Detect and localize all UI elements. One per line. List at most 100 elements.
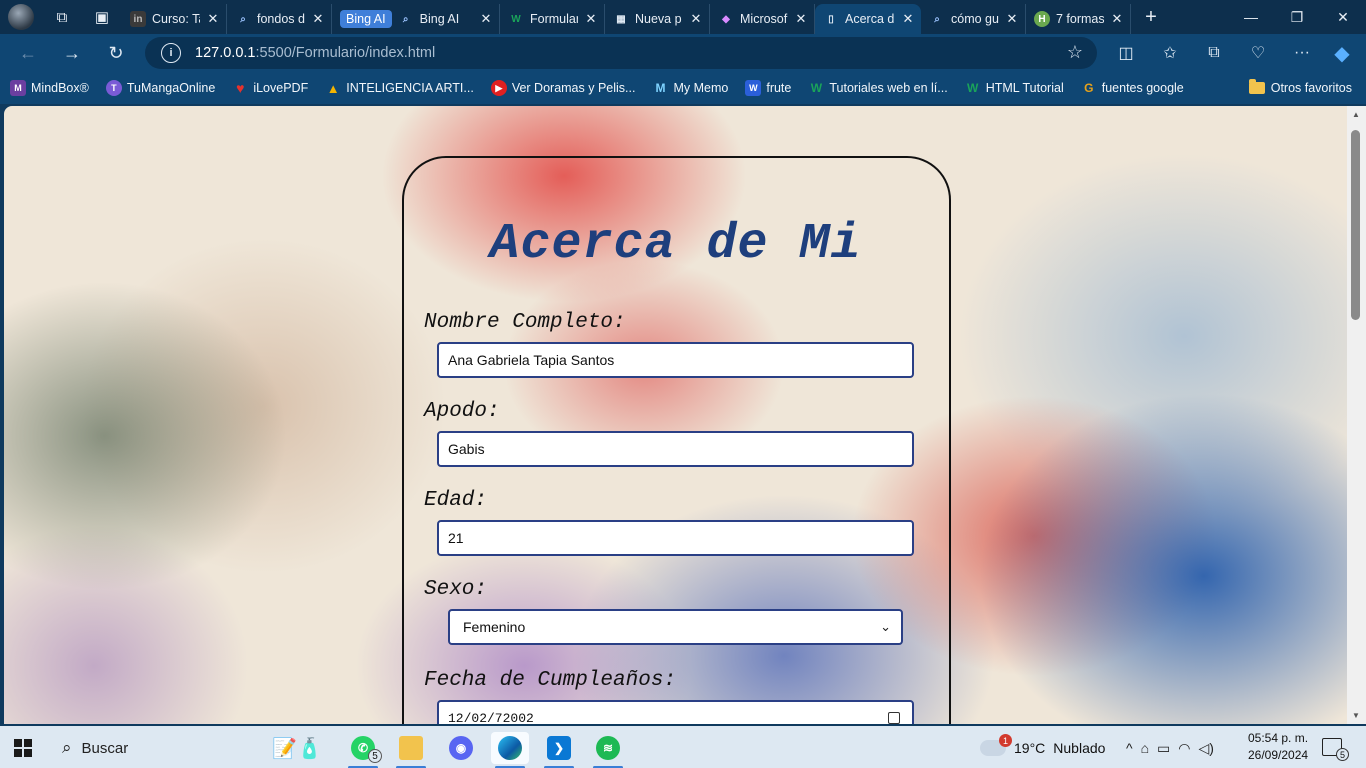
- bookmark-tutoriales-web[interactable]: W Tutoriales web en lí...: [808, 80, 948, 96]
- tab-title: cómo gu: [951, 12, 999, 26]
- taskbar-file-explorer[interactable]: [392, 732, 430, 768]
- cloud-icon: 1: [980, 734, 1012, 756]
- my-memo-icon: M: [655, 81, 666, 95]
- tab-title: Acerca d: [845, 12, 895, 26]
- tab-nueva-pestana[interactable]: ▦ Nueva p ✕: [605, 4, 710, 34]
- page-scrollbar[interactable]: ▲ ▼: [1347, 106, 1366, 724]
- notebook-icon: 📝: [272, 737, 297, 760]
- split-screen-icon[interactable]: ◫: [1104, 34, 1148, 72]
- calendar-icon[interactable]: [888, 712, 900, 724]
- page-title: Acerca de Mi: [489, 216, 862, 273]
- weather-temp: 19°C: [1014, 740, 1046, 756]
- restore-icon[interactable]: ❐: [1274, 0, 1320, 34]
- taskbar-edge[interactable]: [491, 732, 529, 768]
- search-icon: ⌕: [402, 13, 409, 25]
- close-tab-icon[interactable]: ✕: [1110, 11, 1124, 27]
- reload-icon[interactable]: ↻: [94, 34, 138, 72]
- tab-como-guardar[interactable]: ⌕ cómo gu ✕: [921, 4, 1026, 34]
- tab-formulario[interactable]: W Formular ✕: [500, 4, 605, 34]
- folder-icon: [399, 736, 423, 760]
- sexo-select[interactable]: Femenino ⌄: [448, 609, 903, 645]
- bookmark-tumangaonline[interactable]: T TuMangaOnline: [105, 80, 215, 96]
- bookmark-mindbox[interactable]: M MindBox®: [10, 80, 89, 96]
- battery-icon[interactable]: ▭: [1157, 740, 1170, 757]
- bookmark-ilovepdf[interactable]: ♥ iLovePDF: [232, 80, 308, 96]
- copilot-icon[interactable]: ◆: [1320, 34, 1364, 72]
- close-tab-icon[interactable]: ✕: [311, 11, 325, 27]
- close-tab-icon[interactable]: ✕: [689, 11, 703, 27]
- bookmark-inteligencia-artificial[interactable]: ▲ INTELIGENCIA ARTI...: [325, 80, 474, 96]
- page-viewport: Acerca de Mi Nombre Completo: Ana Gabrie…: [4, 106, 1347, 724]
- taskbar-discord[interactable]: ◉: [442, 732, 480, 764]
- play-icon: ▶: [490, 80, 507, 96]
- workspaces-icon[interactable]: ⧉: [42, 0, 82, 34]
- tab-7-formas[interactable]: H 7 formas ✕: [1026, 4, 1131, 34]
- bookmark-label: Ver Doramas y Pelis...: [511, 81, 636, 95]
- close-tab-icon[interactable]: ✕: [794, 11, 808, 27]
- scroll-up-icon[interactable]: ▲: [1352, 110, 1360, 119]
- back-icon[interactable]: ←: [6, 34, 50, 72]
- spotify-icon: ≋: [596, 736, 620, 760]
- taskbar-spotify[interactable]: ≋: [589, 732, 627, 768]
- close-tab-icon[interactable]: ✕: [206, 11, 220, 27]
- close-tab-icon[interactable]: ✕: [479, 11, 493, 27]
- meet-now-icon[interactable]: ⌂: [1141, 740, 1149, 756]
- tab-curso[interactable]: in Curso: Ta ✕: [122, 4, 227, 34]
- taskbar-vscode[interactable]: ❯: [540, 732, 578, 768]
- taskbar-whatsapp[interactable]: ✆ 5: [344, 732, 382, 768]
- collections-icon[interactable]: ⧉: [1192, 34, 1236, 72]
- tab-title: Microsof: [740, 12, 788, 26]
- chevron-up-icon[interactable]: ^: [1126, 740, 1133, 756]
- favorites-icon[interactable]: ✩: [1148, 34, 1192, 72]
- profile-avatar[interactable]: [8, 4, 34, 30]
- tab-microsoft[interactable]: ◆ Microsof ✕: [710, 4, 815, 34]
- bing-ai-chip[interactable]: Bing AI: [340, 10, 392, 28]
- system-clock[interactable]: 05:54 p. m. 26/09/2024: [1248, 730, 1308, 764]
- vscode-icon: ❯: [547, 736, 571, 760]
- bookmark-html-tutorial[interactable]: W HTML Tutorial: [965, 80, 1064, 96]
- url-text[interactable]: 127.0.0.1:5500/Formulario/index.html: [195, 45, 435, 61]
- close-window-icon[interactable]: ✕: [1320, 0, 1366, 34]
- url-path: :5500/Formulario/index.html: [255, 45, 436, 61]
- favorite-star-icon[interactable]: ☆: [1067, 42, 1083, 63]
- bookmark-my-memo[interactable]: M My Memo: [652, 80, 728, 96]
- minimize-icon[interactable]: —: [1228, 0, 1274, 34]
- close-tab-icon[interactable]: ✕: [1005, 11, 1019, 27]
- wifi-icon[interactable]: ◠: [1178, 740, 1190, 757]
- notification-center-icon[interactable]: 5: [1322, 738, 1349, 761]
- tab-bing-ai[interactable]: Bing AI ⌕ Bing AI ✕: [332, 4, 500, 34]
- tab-fondos[interactable]: ⌕ fondos d ✕: [227, 4, 332, 34]
- browser-essentials-icon[interactable]: ♡: [1236, 34, 1280, 72]
- close-tab-icon[interactable]: ✕: [584, 11, 598, 27]
- bookmark-fuentes-google[interactable]: Gfuentes google: [1081, 80, 1184, 96]
- search-highlight-image[interactable]: 📝 🧴: [262, 732, 332, 764]
- fecha-input[interactable]: 12/02/72002: [437, 700, 914, 724]
- scroll-down-icon[interactable]: ▼: [1352, 711, 1360, 720]
- weather-widget[interactable]: 1 19°C Nublado: [980, 732, 1105, 764]
- close-tab-icon[interactable]: ✕: [901, 11, 915, 27]
- address-bar[interactable]: i 127.0.0.1:5500/Formulario/index.html ☆: [145, 37, 1097, 69]
- search-icon: ⌕: [934, 13, 940, 25]
- bookmark-frute[interactable]: Wfrute: [745, 80, 791, 96]
- copilot-icon: ◆: [722, 13, 730, 25]
- tab-acerca-de-mi[interactable]: ▯ Acerca d ✕: [815, 4, 921, 34]
- apodo-input[interactable]: Gabis: [437, 431, 914, 467]
- windows-start-icon[interactable]: [14, 739, 32, 757]
- nombre-input[interactable]: Ana Gabriela Tapia Santos: [437, 342, 914, 378]
- edad-input[interactable]: 21: [437, 520, 914, 556]
- site-favicon-icon: H: [1034, 11, 1050, 27]
- volume-icon[interactable]: ◁): [1199, 740, 1214, 757]
- new-tab-icon[interactable]: +: [1131, 0, 1171, 34]
- nombre-label: Nombre Completo:: [424, 311, 626, 334]
- bookmark-doramas[interactable]: ▶ Ver Doramas y Pelis...: [490, 80, 636, 96]
- edge-icon: [498, 736, 522, 760]
- whatsapp-badge: 5: [368, 749, 382, 763]
- tab-actions-icon[interactable]: ▣: [82, 0, 122, 34]
- w3schools-icon: W: [967, 81, 979, 95]
- forward-icon[interactable]: →: [50, 34, 94, 72]
- site-info-icon[interactable]: i: [161, 43, 181, 63]
- more-menu-icon[interactable]: ···: [1280, 34, 1324, 72]
- fecha-label: Fecha de Cumpleaños:: [424, 669, 677, 692]
- other-favorites-folder[interactable]: Otros favoritos: [1248, 72, 1352, 104]
- scrollbar-thumb[interactable]: [1351, 130, 1360, 320]
